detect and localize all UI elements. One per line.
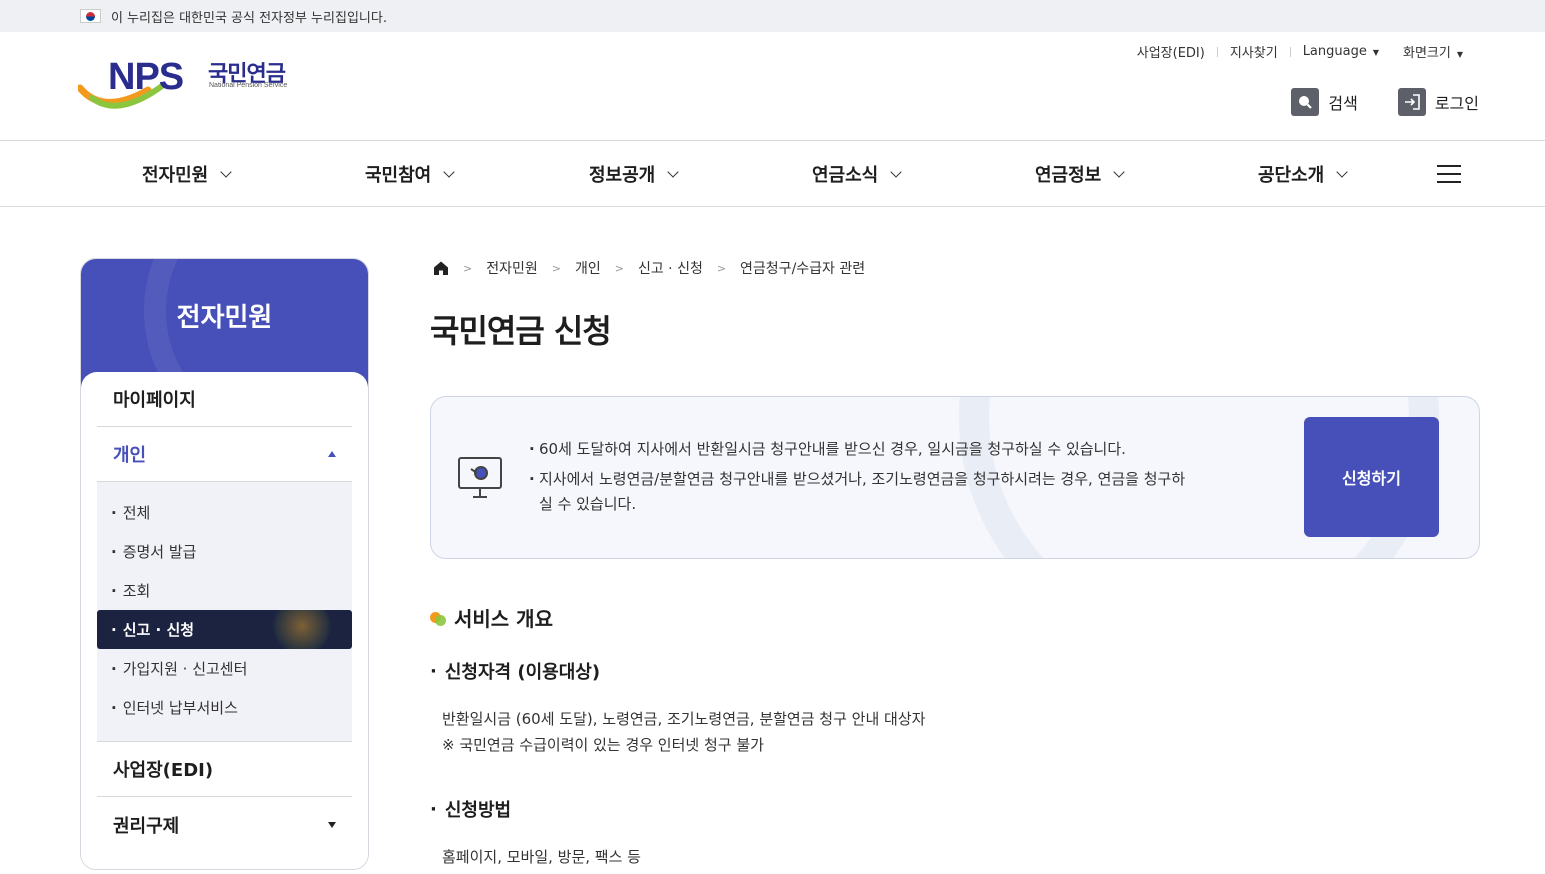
sidebar-item-edi[interactable]: 사업장(EDI): [97, 742, 352, 797]
breadcrumb-item[interactable]: 신고 · 신청: [638, 258, 703, 278]
search-icon: [1291, 88, 1320, 116]
language-label: Language: [1302, 44, 1367, 59]
breadcrumb: > 전자민원 > 개인 > 신고 · 신청 > 연금청구/수급자 관련: [430, 258, 1480, 278]
gnb-label: 국민참여: [365, 165, 432, 186]
logo-abbr: NPS: [108, 56, 184, 98]
gnb-pension-news[interactable]: 연금소식: [812, 161, 902, 187]
method-description: 홈페이지, 모바일, 방문, 팩스 등: [442, 848, 641, 866]
gov-banner-text: 이 누리집은 대한민국 공식 전자정부 누리집입니다.: [111, 10, 387, 26]
login-button[interactable]: 로그인: [1397, 88, 1479, 116]
sidebar-item-label: 마이페이지: [113, 390, 196, 411]
notice-box: 60세 도달하여 지사에서 반환일시금 청구안내를 받으신 경우, 일시금을 청…: [430, 396, 1480, 559]
util-edi-link[interactable]: 사업장(EDI): [1125, 42, 1217, 61]
caret-down-icon: ▼: [1456, 50, 1463, 59]
home-icon[interactable]: [433, 260, 449, 276]
notice-item: 60세 도달하여 지사에서 반환일시금 청구안내를 받으신 경우, 일시금을 청…: [529, 437, 1189, 462]
submenu-item-inquiry[interactable]: 조회: [97, 571, 352, 610]
chevron-down-icon: [220, 165, 232, 178]
sidebar-item-label: 개인: [113, 445, 147, 466]
chevron-down-icon: [1336, 165, 1348, 178]
submenu-item-subscription-center[interactable]: 가입지원 · 신고센터: [97, 649, 352, 688]
method-title: 신청방법: [430, 796, 1480, 822]
notice-list: 60세 도달하여 지사에서 반환일시금 청구안내를 받으신 경우, 일시금을 청…: [529, 437, 1189, 522]
login-label: 로그인: [1434, 94, 1479, 113]
chevron-right-icon: >: [614, 261, 624, 275]
chevron-down-icon: [890, 165, 902, 178]
main-content: > 전자민원 > 개인 > 신고 · 신청 > 연금청구/수급자 관련 국민연금…: [430, 258, 1480, 870]
eligibility-description: 반환일시금 (60세 도달), 노령연금, 조기노령연금, 분할연금 청구 안내…: [430, 706, 1480, 758]
breadcrumb-item[interactable]: 전자민원: [486, 258, 538, 278]
sidebar-item-label: 권리구제: [113, 815, 180, 837]
notice-item: 지사에서 노령연금/분할연금 청구안내를 받으셨거나, 조기노령연금을 청구하시…: [529, 467, 1189, 517]
submenu-item-internet-payment[interactable]: 인터넷 납부서비스: [97, 688, 352, 727]
breadcrumb-item[interactable]: 개인: [575, 258, 601, 278]
gnb-label: 연금소식: [812, 165, 879, 186]
gov-banner: 이 누리집은 대한민국 공식 전자정부 누리집입니다.: [0, 0, 1545, 32]
gnb-about[interactable]: 공단소개: [1258, 161, 1348, 187]
login-icon: [1397, 88, 1426, 116]
sidebar-menu: 마이페이지 개인 전체 증명서 발급 조회 신고 · 신청 가입지원 · 신고센…: [81, 372, 368, 869]
gnb-label: 정보공개: [589, 165, 656, 186]
apply-button[interactable]: 신청하기: [1304, 417, 1439, 537]
gnb-label: 연금정보: [1035, 165, 1102, 186]
logo-english: National Pension Service: [209, 82, 288, 89]
submenu-item-report-apply[interactable]: 신고 · 신청: [97, 610, 352, 649]
sidebar-item-rights[interactable]: 권리구제: [97, 797, 352, 852]
breadcrumb-item-current: 연금청구/수급자 관련: [740, 261, 866, 277]
site-header: NPS 국민연금 National Pension Service 사업장(ED…: [0, 32, 1545, 141]
chevron-down-icon: [443, 165, 455, 178]
eligibility-title: 신청자격 (이용대상): [430, 658, 1480, 684]
gnb-e-civil[interactable]: 전자민원: [142, 161, 232, 187]
search-label: 검색: [1328, 94, 1358, 113]
service-overview-heading: 서비스 개요: [430, 603, 1480, 632]
sidebar-item-mypage[interactable]: 마이페이지: [97, 372, 352, 427]
korea-flag-icon: [80, 9, 101, 23]
sidebar-title: 전자민원: [176, 303, 273, 333]
sidebar-submenu-personal: 전체 증명서 발급 조회 신고 · 신청 가입지원 · 신고센터 인터넷 납부서…: [97, 482, 352, 742]
expand-arrow-icon: [328, 821, 336, 828]
gnb-label: 공단소개: [1258, 165, 1325, 186]
section-heading-text: 서비스 개요: [454, 607, 553, 631]
main-navigation: 전자민원 국민참여 정보공개 연금소식 연금정보 공단소개: [0, 141, 1545, 207]
nps-logo[interactable]: NPS 국민연금 National Pension Service: [78, 54, 308, 124]
section-bullet-icon: [430, 610, 446, 626]
gnb-info-disclosure[interactable]: 정보공개: [589, 161, 679, 187]
eligibility-line: 반환일시금 (60세 도달), 노령연금, 조기노령연금, 분할연금 청구 안내…: [442, 710, 926, 728]
gnb-label: 전자민원: [142, 165, 209, 186]
gnb-pension-info[interactable]: 연금정보: [1035, 161, 1125, 187]
collapse-arrow-icon: [328, 451, 336, 457]
sidebar-header: 전자민원: [81, 259, 368, 389]
submenu-item-certificate[interactable]: 증명서 발급: [97, 532, 352, 571]
page-title: 국민연금 신청: [430, 312, 612, 350]
chevron-right-icon: >: [716, 261, 727, 275]
util-branch-link[interactable]: 지사찾기: [1218, 42, 1290, 61]
sidebar-item-label: 사업장(EDI): [113, 760, 214, 781]
gnb-participation[interactable]: 국민참여: [365, 161, 455, 187]
sidebar: 전자민원 마이페이지 개인 전체 증명서 발급 조회 신고 · 신청 가입지원 …: [80, 258, 369, 870]
utility-links: 사업장(EDI) 지사찾기 Language ▼ 화면크기 ▼: [1125, 42, 1475, 61]
util-language-dropdown[interactable]: Language ▼: [1291, 44, 1391, 59]
chevron-down-icon: [667, 165, 679, 178]
chevron-down-icon: [1113, 165, 1125, 178]
menu-hamburger-icon[interactable]: [1437, 165, 1461, 183]
eligibility-note: ※ 국민연금 수급이력이 있는 경우 인터넷 청구 불가: [442, 736, 764, 754]
caret-down-icon: ▼: [1372, 48, 1379, 57]
header-actions: 검색 로그인: [1291, 88, 1479, 116]
screen-size-label: 화면크기: [1403, 46, 1451, 61]
chevron-right-icon: >: [463, 261, 473, 275]
sidebar-item-personal[interactable]: 개인: [97, 427, 352, 482]
submenu-item-all[interactable]: 전체: [97, 493, 352, 532]
chevron-right-icon: >: [551, 261, 561, 275]
monitor-icon: [458, 457, 502, 498]
search-button[interactable]: 검색: [1291, 88, 1358, 116]
util-screen-size-dropdown[interactable]: 화면크기 ▼: [1391, 42, 1475, 61]
